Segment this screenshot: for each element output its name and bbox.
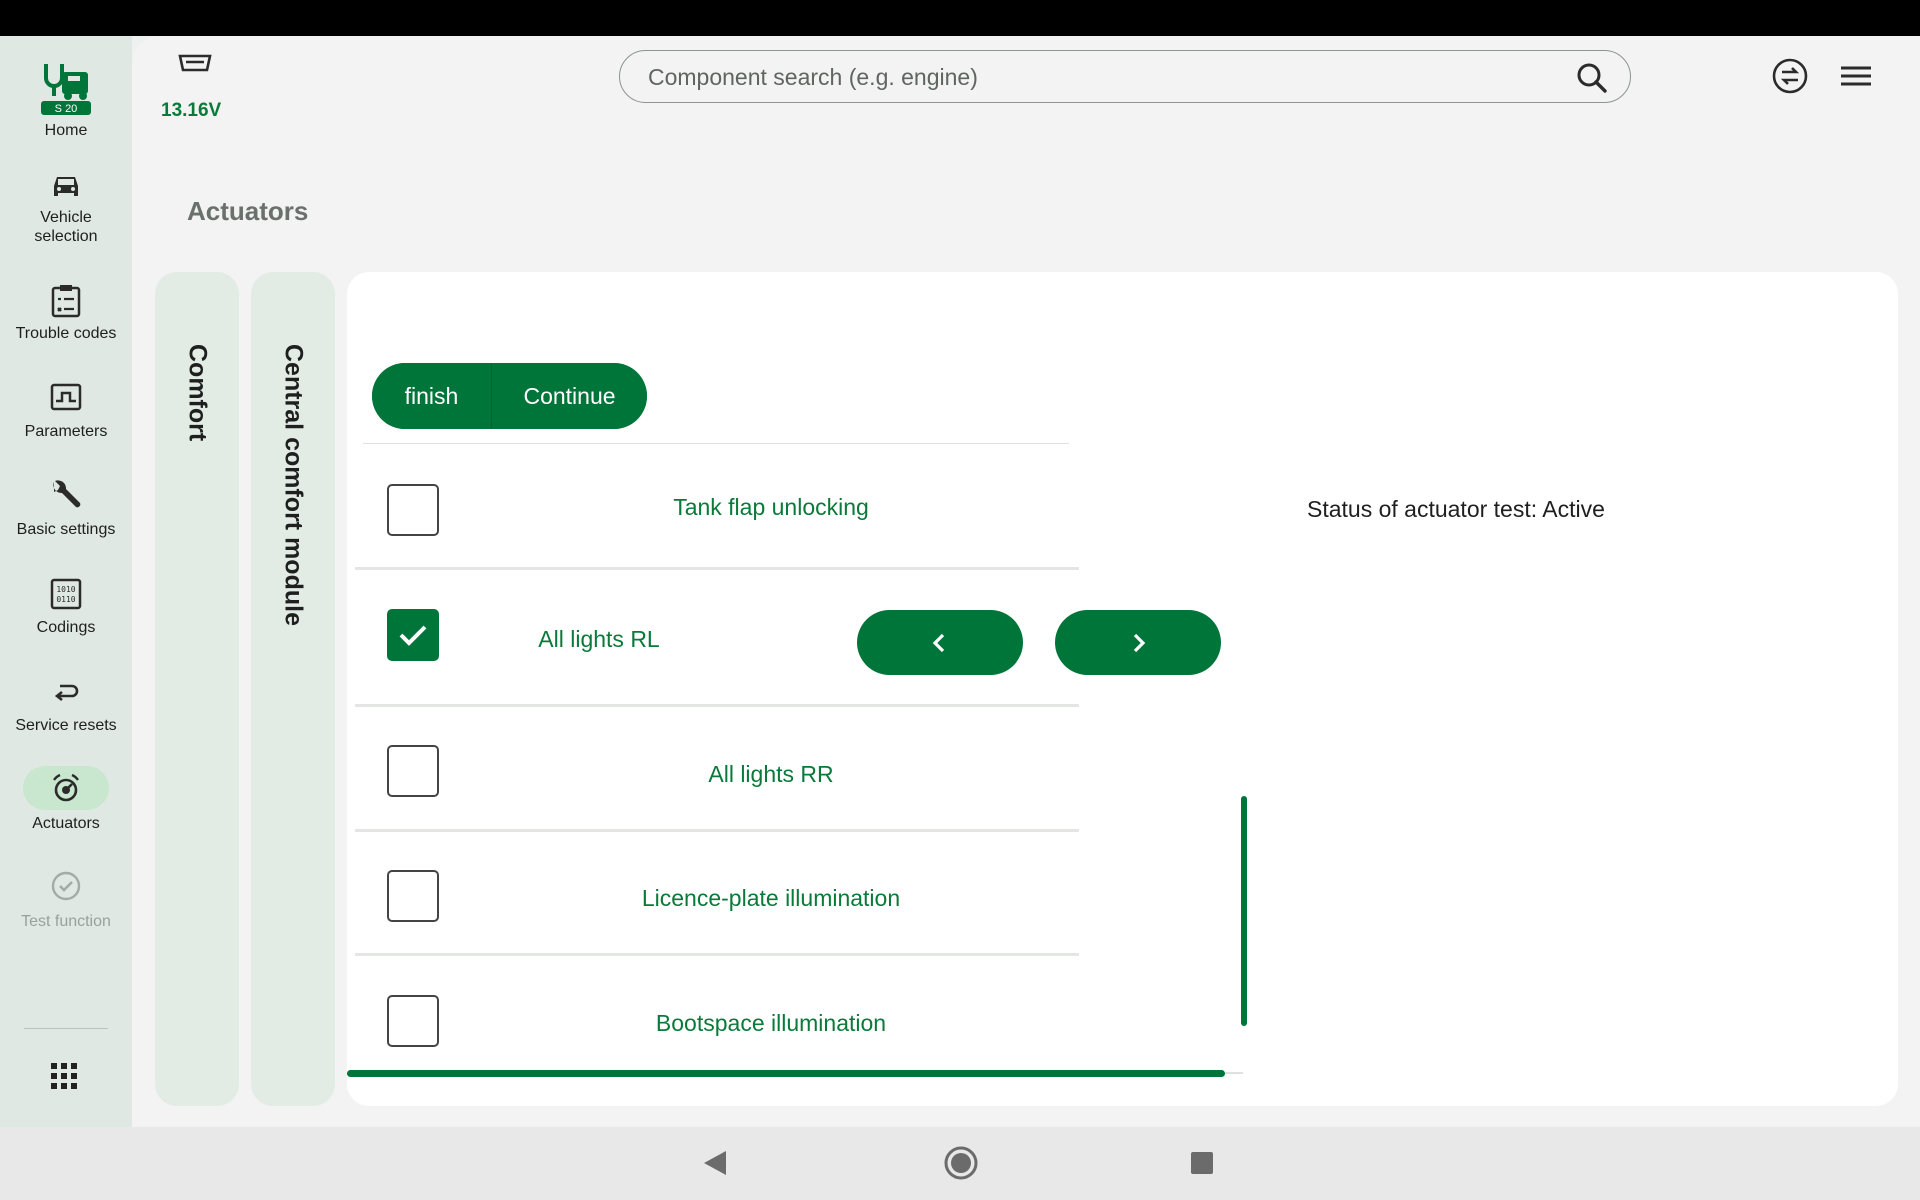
- system-navigation-bar: [0, 1127, 1920, 1200]
- checkbox[interactable]: [387, 745, 439, 797]
- svg-text:0110: 0110: [56, 595, 75, 604]
- checkbox[interactable]: [387, 870, 439, 922]
- home-circle-icon[interactable]: [943, 1145, 979, 1181]
- sidebar-item-label: Home: [44, 122, 88, 139]
- sidebar-item-label: Vehicle selection: [34, 209, 98, 245]
- actuator-label: Bootspace illumination: [655, 1010, 887, 1036]
- sidebar-divider: [24, 1028, 108, 1029]
- sidebar-item-label: Parameters: [24, 423, 108, 440]
- stethoscope-truck-logo-icon: S 20: [38, 60, 94, 122]
- page-title: Actuators: [187, 196, 309, 226]
- sidebar-item-actuators[interactable]: Actuators: [0, 766, 132, 833]
- sidebar-item-label: Trouble codes: [15, 325, 117, 342]
- svg-text:1010: 1010: [56, 585, 75, 594]
- actuator-test-status: Status of actuator test: Active: [1307, 496, 1605, 522]
- chevron-left-icon: [932, 633, 945, 653]
- return-arrow-icon: [50, 672, 82, 716]
- actuator-label: Licence-plate illumination: [641, 885, 901, 911]
- sidebar-item-label: Service resets: [15, 717, 117, 734]
- checkmark-icon: [399, 625, 427, 646]
- sidebar-item-basic-settings[interactable]: Basic settings: [0, 476, 132, 539]
- sidebar-item-codings[interactable]: 1010 0110 Codings: [0, 574, 132, 637]
- tab-central-comfort-module[interactable]: Central comfort module: [251, 272, 335, 1106]
- tab-comfort[interactable]: Comfort: [155, 272, 239, 1106]
- sidebar-item-home[interactable]: S 20 Home: [0, 60, 132, 140]
- binary-chip-icon: 1010 0110: [50, 574, 82, 618]
- actuator-label: All lights RR: [708, 761, 834, 787]
- grid-apps-icon[interactable]: [50, 1062, 78, 1090]
- car-icon: [50, 164, 82, 208]
- action-button-group: finish Continue: [372, 363, 647, 429]
- clipboard-list-icon: [50, 280, 82, 324]
- app-root: S 20 Home Vehicle selection Trouble code…: [0, 36, 1920, 1127]
- battery-voltage: 13.16V: [161, 100, 222, 121]
- sidebar-item-vehicle-selection[interactable]: Vehicle selection: [0, 164, 132, 246]
- menu-icon[interactable]: [1838, 56, 1878, 96]
- tab-label: Comfort: [183, 344, 212, 442]
- check-circle-icon: [50, 868, 82, 912]
- signal-graph-icon: [50, 378, 82, 422]
- swap-circle-icon[interactable]: [1770, 56, 1810, 96]
- sidebar-item-label: Basic settings: [16, 521, 116, 538]
- sidebar-item-trouble-codes[interactable]: Trouble codes: [0, 280, 132, 343]
- sidebar: S 20 Home Vehicle selection Trouble code…: [0, 36, 132, 1127]
- sidebar-item-label: Test function: [21, 913, 111, 930]
- search-icon[interactable]: [1576, 62, 1608, 94]
- list-item[interactable]: All lights RR: [355, 707, 1079, 832]
- recents-square-icon[interactable]: [1190, 1151, 1214, 1175]
- obd-connector-icon: [177, 52, 213, 83]
- wrench-icon: [48, 476, 84, 520]
- sidebar-item-label: Codings: [36, 619, 96, 636]
- previous-step-button[interactable]: [857, 610, 1023, 675]
- finish-button[interactable]: finish: [372, 363, 492, 429]
- sidebar-item-label: Actuators: [32, 815, 100, 832]
- list-item[interactable]: Bootspace illumination: [355, 956, 1079, 1066]
- sidebar-item-parameters[interactable]: Parameters: [0, 378, 132, 441]
- list-item[interactable]: Tank flap unlocking: [355, 444, 1079, 570]
- chevron-right-icon: [1133, 633, 1146, 653]
- list-item[interactable]: Licence-plate illumination: [355, 832, 1079, 956]
- actuator-label: All lights RL: [538, 626, 660, 652]
- actuator-card: finish Continue Tank flap unlocking All …: [347, 272, 1898, 1106]
- back-triangle-icon[interactable]: [700, 1147, 732, 1179]
- tab-label: Central comfort module: [279, 344, 308, 626]
- system-status-bar: [0, 0, 1920, 36]
- next-step-button[interactable]: [1055, 610, 1221, 675]
- checkbox[interactable]: [387, 484, 439, 536]
- horizontal-scrollbar[interactable]: [347, 1070, 1225, 1077]
- checkbox[interactable]: [387, 995, 439, 1047]
- sidebar-item-service-resets[interactable]: Service resets: [0, 672, 132, 735]
- list-item[interactable]: All lights RL: [355, 570, 1221, 707]
- actuator-dial-icon: [50, 770, 82, 814]
- sidebar-item-test-function[interactable]: Test function: [0, 868, 132, 931]
- vertical-scrollbar[interactable]: [1241, 796, 1247, 1026]
- continue-button[interactable]: Continue: [492, 363, 647, 429]
- component-search[interactable]: [619, 50, 1631, 103]
- actuator-label: Tank flap unlocking: [673, 494, 869, 520]
- checkbox-checked[interactable]: [387, 609, 439, 661]
- search-input[interactable]: [648, 61, 1548, 93]
- home-badge: S 20: [55, 103, 78, 115]
